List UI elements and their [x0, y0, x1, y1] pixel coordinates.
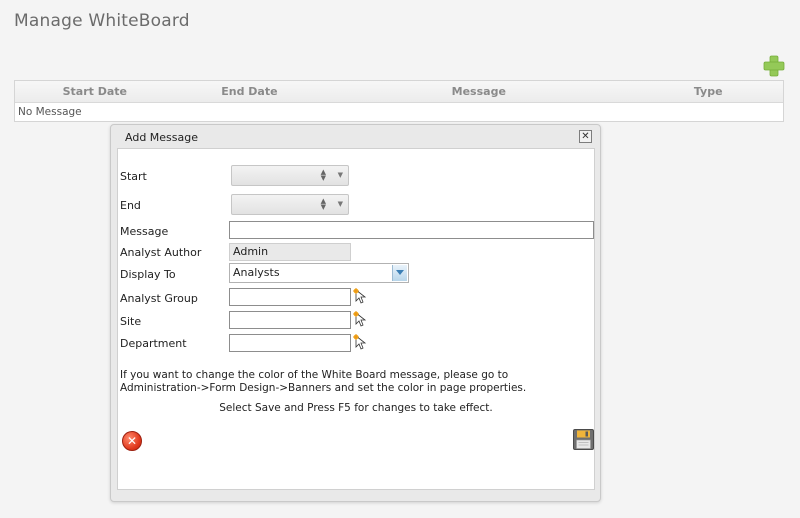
spin-icon[interactable]: ▲ ▼ [321, 169, 326, 182]
analyst-group-input[interactable] [229, 288, 351, 306]
end-label: End [120, 199, 141, 212]
col-type[interactable]: Type [633, 81, 783, 102]
save-icon[interactable] [573, 429, 594, 450]
author-field: Admin [229, 243, 351, 261]
info-line-1: If you want to change the color of the W… [120, 369, 509, 381]
page-title: Manage WhiteBoard [14, 11, 190, 31]
dropdown-icon[interactable]: ▼ [338, 200, 343, 208]
start-datetime-picker[interactable]: ▲ ▼ ▼ [231, 165, 349, 186]
cancel-icon[interactable]: ✕ [122, 431, 142, 451]
display-to-select[interactable]: Analysts [229, 263, 409, 283]
grid-header: Start Date End Date Message Type [15, 81, 783, 103]
col-message[interactable]: Message [324, 81, 633, 102]
add-message-dialog: Add Message ✕ Start ▲ ▼ ▼ End ▲ ▼ ▼ Messag… [110, 124, 601, 502]
grid-empty-text: No Message [18, 106, 82, 118]
picker-icon[interactable] [353, 288, 367, 304]
display-to-value: Analysts [233, 266, 280, 279]
chevron-down-icon[interactable] [392, 265, 407, 281]
col-end-date[interactable]: End Date [175, 81, 325, 102]
department-input[interactable] [229, 334, 351, 352]
dialog-body: Start ▲ ▼ ▼ End ▲ ▼ ▼ Message Analyst Auth… [117, 148, 595, 490]
col-start-date[interactable]: Start Date [15, 81, 175, 102]
picker-icon[interactable] [353, 311, 367, 327]
end-datetime-picker[interactable]: ▲ ▼ ▼ [231, 194, 349, 215]
add-icon[interactable] [763, 55, 785, 77]
message-input[interactable] [229, 221, 594, 239]
spin-icon[interactable]: ▲ ▼ [321, 198, 326, 211]
message-label: Message [120, 225, 169, 238]
site-input[interactable] [229, 311, 351, 329]
site-label: Site [120, 315, 142, 328]
info-line-2: Administration->Form Design->Banners and… [120, 382, 527, 394]
display-to-label: Display To [120, 268, 176, 281]
analyst-group-label: Analyst Group [120, 292, 198, 305]
author-label: Analyst Author [120, 246, 202, 259]
color-info-text: If you want to change the color of the W… [120, 369, 526, 395]
dialog-title: Add Message [125, 131, 199, 144]
dropdown-icon[interactable]: ▼ [338, 171, 343, 179]
message-grid: Start Date End Date Message Type No Mess… [14, 80, 784, 122]
department-label: Department [120, 337, 187, 350]
close-icon[interactable]: ✕ [579, 130, 592, 143]
save-instruction-text: Select Save and Press F5 for changes to … [219, 402, 493, 414]
start-label: Start [120, 170, 147, 183]
picker-icon[interactable] [353, 334, 367, 350]
cancel-glyph: ✕ [126, 434, 138, 448]
